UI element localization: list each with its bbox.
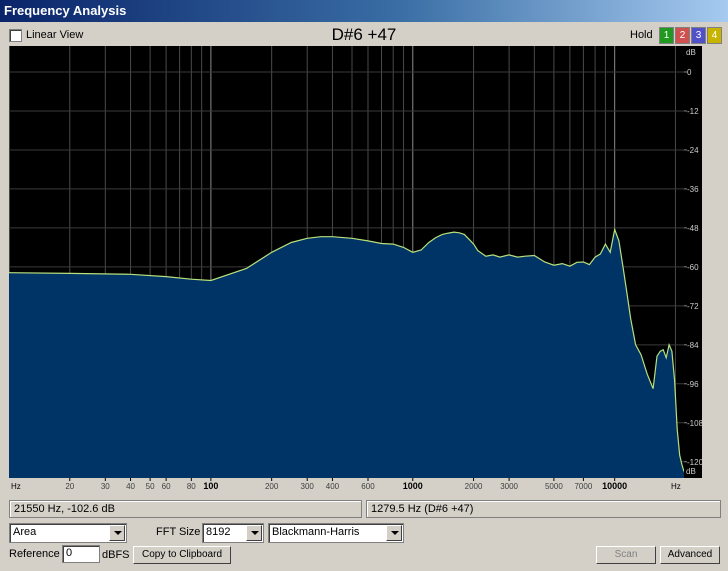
window-type-value: Blackmann-Harris	[272, 526, 360, 538]
y-unit-label: dB	[686, 48, 696, 57]
chevron-down-icon[interactable]	[246, 525, 262, 541]
y-tick-label: -84	[687, 341, 699, 350]
x-axis-svg: Hz 20 30 40 50 60 80 100 200 300 400 600 1000 2000 300…	[11, 478, 681, 491]
x-tick-label: 10000	[602, 481, 627, 491]
x-tick-label: 400	[326, 482, 340, 491]
copy-to-clipboard-button[interactable]: Copy to Clipboard	[133, 546, 231, 564]
hold-label: Hold	[630, 29, 653, 41]
x-tick-label: 30	[101, 482, 110, 491]
x-tick-label: 60	[162, 482, 171, 491]
x-unit-label: Hz	[671, 482, 681, 491]
y-tick-label: -48	[687, 224, 699, 233]
x-tick-label: 600	[361, 482, 375, 491]
fft-size-label: FFT Size	[156, 526, 201, 538]
x-tick-label: 80	[187, 482, 196, 491]
y-tick-label: -24	[687, 146, 699, 155]
peak-readout: 1279.5 Hz (D#6 +47)	[366, 500, 721, 518]
reference-value: 0	[66, 547, 73, 559]
fft-size-select[interactable]: 8192	[202, 523, 264, 543]
x-unit-label: Hz	[11, 482, 21, 491]
x-tick-label: 200	[265, 482, 279, 491]
x-tick-label: 5000	[545, 482, 563, 491]
y-tick-label: 0	[687, 68, 692, 77]
x-tick-label: 300	[301, 482, 315, 491]
hold-button-2[interactable]: 2	[675, 27, 690, 44]
chevron-down-icon[interactable]	[109, 525, 125, 541]
reference-input[interactable]: 0	[62, 545, 100, 563]
spectrum-plot[interactable]	[9, 46, 687, 493]
reference-unit: dBFS	[102, 549, 130, 561]
top-toolbar: Linear View D#6 +47 Hold 1 2 3 4	[0, 24, 728, 46]
note-display: D#6 +47	[331, 25, 397, 44]
cursor-readout: 21550 Hz, -102.6 dB	[9, 500, 362, 518]
y-tick-label: -120	[687, 458, 702, 467]
y-tick-label: -72	[687, 302, 699, 311]
fft-size-value: 8192	[206, 526, 231, 538]
y-axis: dB 0 -12 -24 -36 -48 -60 -72 -84 -96 -108 -120 dB	[684, 46, 704, 478]
window-type-select[interactable]: Blackmann-Harris	[268, 523, 404, 543]
spectrum-svg	[9, 46, 685, 478]
chevron-down-icon[interactable]	[386, 525, 402, 541]
y-tick-label: -60	[687, 263, 699, 272]
x-tick-label: 7000	[574, 482, 592, 491]
y-tick-label: -96	[687, 380, 699, 389]
y-axis-svg: dB0-12-24-36-48-60-72-84-96-108-120dB	[684, 48, 704, 476]
scan-button[interactable]: Scan	[596, 546, 656, 564]
x-tick-label: 3000	[500, 482, 518, 491]
y-tick-label: -36	[687, 185, 699, 194]
x-tick-label: 20	[65, 482, 74, 491]
y-tick-label: -108	[687, 419, 702, 428]
reference-label: Reference	[9, 548, 60, 560]
hold-button-3[interactable]: 3	[691, 27, 706, 44]
y-unit-label: dB	[686, 467, 696, 476]
hold-button-1[interactable]: 1	[659, 27, 674, 44]
hold-button-4[interactable]: 4	[707, 27, 722, 44]
x-axis: Hz 20 30 40 50 60 80 100 200 300 400 600 1000 2000 300…	[9, 478, 687, 493]
x-tick-label: 2000	[465, 482, 483, 491]
display-mode-select[interactable]: Area	[9, 523, 127, 543]
title-bar: Frequency Analysis	[0, 0, 728, 22]
display-mode-value: Area	[13, 526, 37, 538]
x-tick-label: 100	[203, 481, 218, 491]
x-tick-label: 50	[146, 482, 155, 491]
x-tick-label: 1000	[403, 481, 423, 491]
advanced-button[interactable]: Advanced	[660, 546, 720, 564]
y-tick-label: -12	[687, 107, 699, 116]
x-tick-label: 40	[126, 482, 135, 491]
window-title: Frequency Analysis	[4, 3, 127, 18]
